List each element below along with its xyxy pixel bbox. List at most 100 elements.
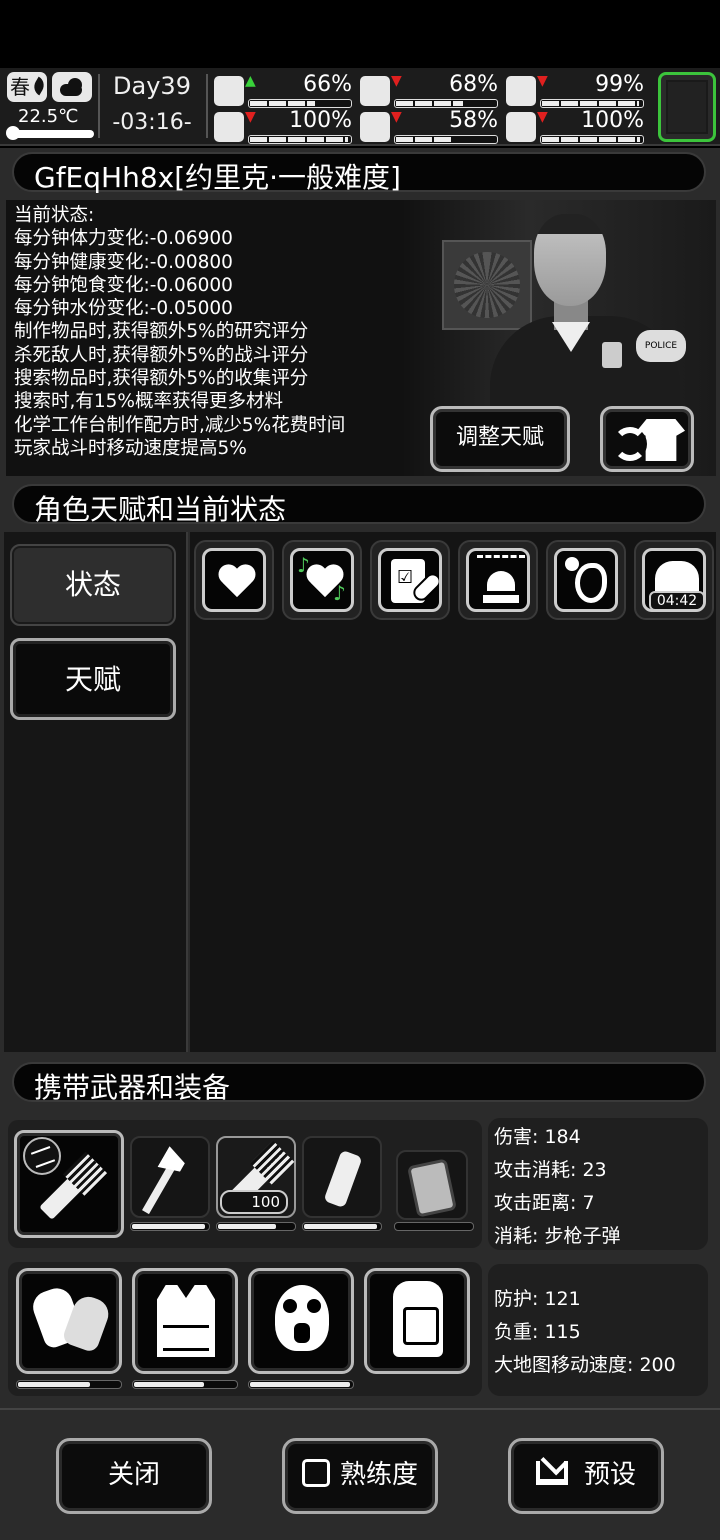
trend-down-icon: ▼ <box>391 73 402 89</box>
change-outfit-button[interactable] <box>600 406 694 472</box>
status-line: 化学工作台制作配方时,减少5%花费时间 <box>14 414 346 436</box>
boot-icon <box>214 112 244 142</box>
status-line: 搜索物品时,获得额外5%的收集评分 <box>14 368 309 390</box>
armor-stats-box: 防护: 121 负重: 115 大地图移动速度: 200 <box>488 1264 708 1396</box>
temperature-gauge: 22.5℃ <box>6 106 94 140</box>
weapon-slots: 100 <box>8 1120 482 1248</box>
weapon-slot-minigun[interactable] <box>14 1130 124 1238</box>
status-line: 每分钟健康变化:-0.00800 <box>14 251 233 273</box>
bottom-action-bar: 关闭 熟练度 预设 <box>0 1408 720 1540</box>
preset-button[interactable]: 预设 <box>508 1438 664 1514</box>
quick-slot-button[interactable] <box>658 72 716 142</box>
stat-bar <box>394 135 498 144</box>
stat-percent: 58% <box>449 108 498 133</box>
status-line: 搜索时,有15%概率获得更多材料 <box>14 391 284 413</box>
armor-stat-speed: 大地图移动速度: 200 <box>494 1354 676 1376</box>
status-line: 每分钟饱食变化:-0.06000 <box>14 274 233 296</box>
character-info: POLICE 当前状态: 每分钟体力变化:-0.06900 每分钟健康变化:-0… <box>6 200 716 476</box>
proficiency-button[interactable]: 熟练度 <box>282 1438 438 1514</box>
weapon-slot-minigun-2[interactable]: 100 <box>216 1136 296 1218</box>
armor-slot-vest[interactable] <box>132 1268 238 1374</box>
durability-bar <box>248 1380 354 1389</box>
stat-percent: 100% <box>289 108 352 133</box>
status-music-heart-button[interactable]: ♪ ♪ <box>282 540 362 620</box>
download-tray-icon <box>535 1461 568 1485</box>
divider <box>206 74 208 138</box>
status-line: 杀死敌人时,获得额外5%的战斗评分 <box>14 344 309 366</box>
refresh-icon <box>613 427 647 461</box>
temperature-value: 22.5℃ <box>18 106 79 127</box>
durability-bar <box>302 1222 382 1231</box>
smoke-grenade-icon <box>323 1149 363 1209</box>
trend-up-icon: ▲ <box>245 73 256 89</box>
backpack-icon <box>393 1281 443 1357</box>
armor-slot-gloves[interactable] <box>16 1268 122 1374</box>
preset-label: 预设 <box>583 1460 636 1490</box>
status-wet-button[interactable]: 04:42 <box>634 540 714 620</box>
weapon-slot-grenade[interactable] <box>302 1136 382 1218</box>
durability-bar <box>130 1222 210 1231</box>
thermometer-icon <box>10 130 94 138</box>
pill-icon <box>506 76 536 106</box>
equipment-title-bar: 携带武器和装备 <box>12 1062 706 1104</box>
stat-bar <box>540 99 644 108</box>
stat-hunger: ▼ 68% <box>360 72 500 108</box>
season-badge: 春 <box>7 72 48 102</box>
stat-bar <box>248 135 352 144</box>
effect-timer: 04:42 <box>649 591 703 609</box>
status-medicine-button[interactable] <box>370 540 450 620</box>
stat-health: ▲ 66% <box>214 72 354 108</box>
water-drop-icon <box>360 112 390 142</box>
stat-bar <box>540 135 644 144</box>
riot-shield-icon <box>407 1158 457 1218</box>
armor-slots <box>8 1262 482 1396</box>
armor-slot-mask[interactable] <box>248 1268 354 1374</box>
top-status-bar: 春 22.5℃ Day39 -03:16- ▲ 66% ▼ 68% ▼ 99% … <box>0 68 720 146</box>
weapon-stat-damage: 伤害: 184 <box>494 1126 581 1148</box>
stat-stamina: ▼ 100% <box>214 108 354 144</box>
close-label: 关闭 <box>107 1460 160 1490</box>
stomach-icon <box>575 563 607 603</box>
armor-stat-protection: 防护: 121 <box>494 1288 581 1310</box>
talent-title: 角色天赋和当前状态 <box>34 493 287 526</box>
vest-icon <box>157 1285 215 1357</box>
stat-bar <box>394 99 498 108</box>
character-title: GfEqHh8x[约里克·一般难度] <box>34 161 401 194</box>
weapon-slot-shield[interactable] <box>396 1150 468 1220</box>
status-line: 当前状态: <box>14 205 95 226</box>
armor-slot-backpack[interactable] <box>364 1268 470 1374</box>
stat-percent: 66% <box>303 72 352 97</box>
status-alarm-button[interactable] <box>458 540 538 620</box>
ammo-count: 100 <box>220 1190 288 1214</box>
proficiency-label: 熟练度 <box>339 1460 418 1490</box>
weapon-stats-box: 伤害: 184 攻击消耗: 23 攻击距离: 7 消耗: 步枪子弹 <box>488 1118 708 1250</box>
tab-status[interactable]: 状态 <box>10 544 176 626</box>
heart-icon <box>506 112 536 142</box>
stat-mood: ▼ 99% <box>506 72 646 108</box>
police-patch: POLICE <box>636 330 686 362</box>
status-line: 制作物品时,获得额外5%的研究评分 <box>14 321 309 343</box>
stat-percent: 99% <box>595 72 644 97</box>
leaf-icon <box>30 76 48 96</box>
weapon-stat-cost: 攻击消耗: 23 <box>494 1159 607 1181</box>
weapon-slot-axe[interactable] <box>130 1136 210 1218</box>
adjust-talent-button[interactable]: 调整天赋 <box>430 406 570 472</box>
siren-icon <box>487 571 515 591</box>
spread-shot-icon <box>23 1137 61 1175</box>
proficiency-icon <box>301 1459 330 1487</box>
status-heart-button[interactable] <box>194 540 274 620</box>
status-stomach-button[interactable] <box>546 540 626 620</box>
trend-down-icon: ▼ <box>537 109 548 125</box>
durability-bar <box>394 1222 474 1231</box>
armor-stat-weight: 负重: 115 <box>494 1321 581 1343</box>
gas-mask-icon <box>275 1285 329 1351</box>
season-label: 春 <box>10 75 30 99</box>
tab-talent[interactable]: 天赋 <box>10 638 176 720</box>
equipment-title: 携带武器和装备 <box>34 1071 231 1104</box>
stomach-icon <box>360 76 390 106</box>
status-effects-area: ♪ ♪ 04:42 <box>190 532 716 1052</box>
character-title-bar: GfEqHh8x[约里克·一般难度] <box>12 152 706 194</box>
trend-down-icon: ▼ <box>537 73 548 89</box>
durability-bar <box>132 1380 238 1389</box>
close-button[interactable]: 关闭 <box>56 1438 212 1514</box>
